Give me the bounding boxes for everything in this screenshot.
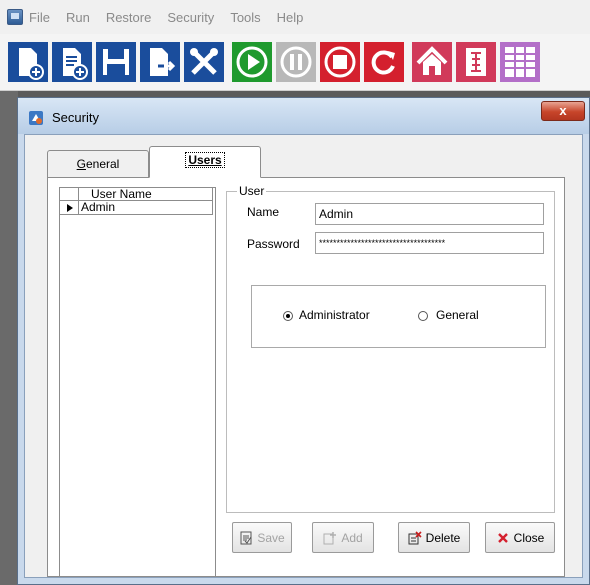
role-groupbox: Administrator General (251, 285, 546, 348)
tab-users-accel: U (188, 153, 197, 167)
tab-users-label: Users (185, 152, 225, 168)
save-toolbar-button[interactable] (96, 42, 136, 82)
tab-general-label: eneral (85, 157, 120, 171)
dialog-titlebar[interactable]: Security x (18, 98, 589, 134)
tools-icon (184, 42, 224, 82)
menu-restore[interactable]: Restore (106, 10, 152, 25)
user-groupbox: User Name Admin Password ***************… (226, 184, 555, 513)
menu-help[interactable]: Help (277, 10, 304, 25)
menu-tools[interactable]: Tools (230, 10, 260, 25)
background-window-left (0, 91, 18, 585)
app-icon (7, 9, 23, 25)
export-button[interactable] (140, 42, 180, 82)
users-grid[interactable]: User Name Admin (59, 187, 216, 577)
save-button-label: Save (257, 530, 285, 545)
toolbar (0, 34, 590, 91)
delete-icon (408, 530, 422, 544)
password-field[interactable]: ************************************ (315, 232, 544, 254)
security-icon (29, 111, 43, 125)
tools-button[interactable] (184, 42, 224, 82)
new-document-button[interactable] (8, 42, 48, 82)
administrator-radio-label[interactable]: Administrator (299, 308, 370, 322)
run-button[interactable] (232, 42, 272, 82)
stop-button[interactable] (320, 42, 360, 82)
export-document-icon (140, 42, 180, 82)
table-row[interactable]: Admin (60, 201, 215, 215)
password-label: Password (247, 237, 300, 251)
new-script-icon (52, 42, 92, 82)
current-row-indicator-icon (60, 201, 79, 215)
save-doc-icon (240, 531, 252, 544)
tab-users-rest: sers (196, 153, 222, 167)
pause-button[interactable] (276, 42, 316, 82)
refresh-icon (364, 42, 404, 82)
tab-general[interactable]: General (47, 150, 149, 177)
stop-icon (320, 42, 360, 82)
tab-users[interactable]: Users (149, 146, 261, 178)
add-button[interactable]: Add (312, 522, 374, 553)
grid-icon (500, 42, 540, 82)
menu-run[interactable]: Run (66, 10, 90, 25)
name-field[interactable]: Admin (315, 203, 544, 225)
close-button[interactable]: Close (485, 522, 555, 553)
general-radio[interactable] (418, 311, 428, 321)
user-name-cell[interactable]: Admin (79, 201, 213, 215)
new-document-icon (8, 42, 48, 82)
tab-general-accel: G (76, 157, 86, 171)
delete-button[interactable]: Delete (398, 522, 470, 553)
play-icon (232, 42, 272, 82)
delete-button-label: Delete (425, 530, 461, 545)
add-icon (323, 531, 337, 544)
grid-button[interactable] (500, 42, 540, 82)
user-group-label: User (237, 184, 267, 198)
menu-file[interactable]: File (29, 10, 50, 25)
save-button[interactable]: Save (232, 522, 292, 553)
new-script-button[interactable] (52, 42, 92, 82)
home-button[interactable] (412, 42, 452, 82)
grid-corner (60, 188, 79, 201)
users-tab-panel: User Name Admin User Name Admin Password… (47, 177, 565, 577)
dialog-title: Security (52, 110, 99, 125)
dialog-close-button[interactable]: x (541, 101, 585, 121)
home-icon (412, 42, 452, 82)
floppy-disk-icon (96, 42, 136, 82)
text-cursor-icon (456, 42, 496, 82)
close-x-icon (497, 532, 508, 543)
administrator-radio[interactable] (283, 311, 293, 321)
text-cursor-button[interactable] (456, 42, 496, 82)
main-menu-bar: File Run Restore Security Tools Help (0, 0, 590, 35)
pause-icon (276, 42, 316, 82)
dialog-client-area: General Users User Name Admin User Name (24, 134, 583, 578)
refresh-button[interactable] (364, 42, 404, 82)
add-button-label: Add (341, 530, 363, 545)
close-button-label: Close (513, 530, 545, 545)
security-dialog: Security x General Users User Name Admin (17, 97, 590, 585)
general-radio-label[interactable]: General (436, 308, 479, 322)
menu-security[interactable]: Security (167, 10, 214, 25)
name-label: Name (247, 205, 280, 219)
